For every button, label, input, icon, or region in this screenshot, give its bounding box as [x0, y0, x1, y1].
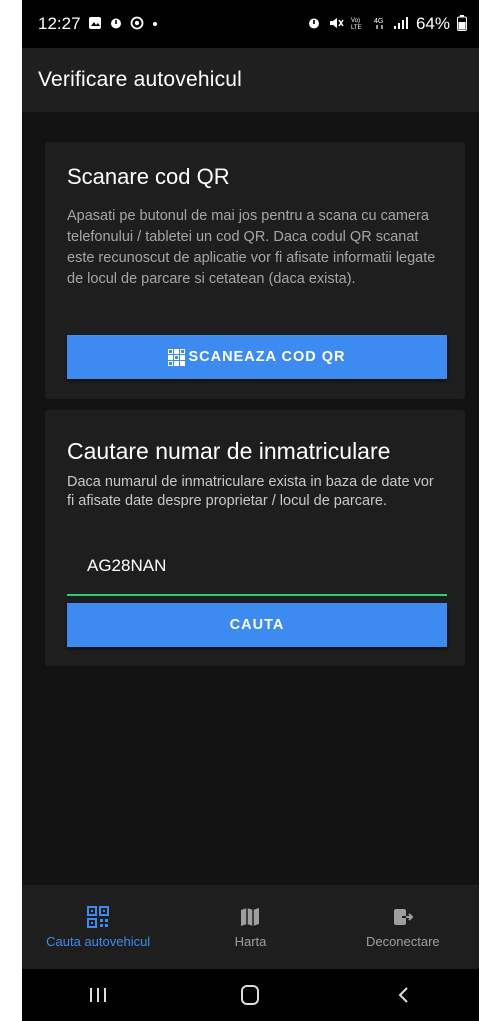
qr-card-description: Apasati pe butonul de mai jos pentru a s…	[67, 208, 436, 287]
nav-label-search-vehicle: Cauta autovehicul	[46, 933, 151, 949]
search-card-description: Daca numarul de inmatriculare exista in …	[67, 474, 434, 509]
gallery-icon	[88, 16, 102, 33]
app-bar: Verificare autovehicul	[22, 48, 479, 112]
battery-percent: 64%	[415, 14, 450, 33]
nav-item-map[interactable]: Harta	[174, 885, 326, 969]
alarm-icon	[109, 16, 123, 33]
status-time: 12:27	[38, 14, 81, 33]
svg-text:LTE: LTE	[351, 25, 362, 30]
search-card-title: Cautare numar de inmatriculare	[67, 438, 391, 464]
plate-search-card: Cautare numar de inmatriculare Daca numa…	[45, 410, 465, 666]
signal-icon	[393, 16, 409, 33]
search-button[interactable]: CAUTA	[67, 603, 447, 647]
system-navigation-bar	[22, 969, 479, 1021]
alarm-icon	[307, 16, 321, 33]
volte-icon: Vo) LTE	[351, 16, 367, 33]
recents-icon[interactable]	[68, 975, 128, 1015]
dot-icon	[151, 16, 159, 33]
status-left: 12:27	[38, 14, 159, 34]
nav-label-logout: Deconectare	[365, 933, 440, 949]
qr-card-title: Scanare cod QR	[67, 164, 230, 189]
qr-code-icon	[168, 348, 186, 366]
nav-item-search-vehicle[interactable]: Cauta autovehicul	[22, 885, 174, 969]
scan-qr-button-label: SCANEAZA COD QR	[188, 349, 346, 365]
qr-scan-card: Scanare cod QR Apasati pe butonul de mai…	[45, 142, 465, 399]
plate-number-field[interactable]	[67, 538, 447, 596]
status-right: Vo) LTE 4G 64%	[307, 14, 467, 34]
status-bar: 12:27 Vo) LTE 4G 64%	[22, 0, 479, 48]
qr-code-icon	[87, 905, 110, 928]
4g-icon: 4G	[374, 16, 386, 33]
svg-text:4G: 4G	[374, 18, 383, 25]
bottom-navigation: Cauta autovehicul Harta Deconectare	[22, 885, 479, 969]
page-title: Verificare autovehicul	[38, 68, 243, 91]
scan-qr-button[interactable]: SCANEAZA COD QR	[67, 335, 447, 379]
back-icon[interactable]	[373, 975, 433, 1015]
plate-number-input[interactable]	[87, 556, 447, 576]
main-content: Scanare cod QR Apasati pe butonul de mai…	[22, 112, 479, 885]
mute-icon	[328, 16, 344, 33]
nav-label-map: Harta	[234, 933, 267, 949]
home-icon[interactable]	[220, 975, 280, 1015]
nav-item-logout[interactable]: Deconectare	[327, 885, 479, 969]
battery-icon	[457, 14, 467, 34]
map-icon	[239, 906, 261, 928]
logout-icon	[392, 906, 414, 928]
phone-screen: 12:27 Vo) LTE 4G 64% Verificare autovehi…	[22, 0, 479, 1021]
vpn-icon	[130, 16, 144, 33]
search-button-label: CAUTA	[229, 617, 285, 633]
svg-text:Vo): Vo)	[351, 18, 360, 24]
